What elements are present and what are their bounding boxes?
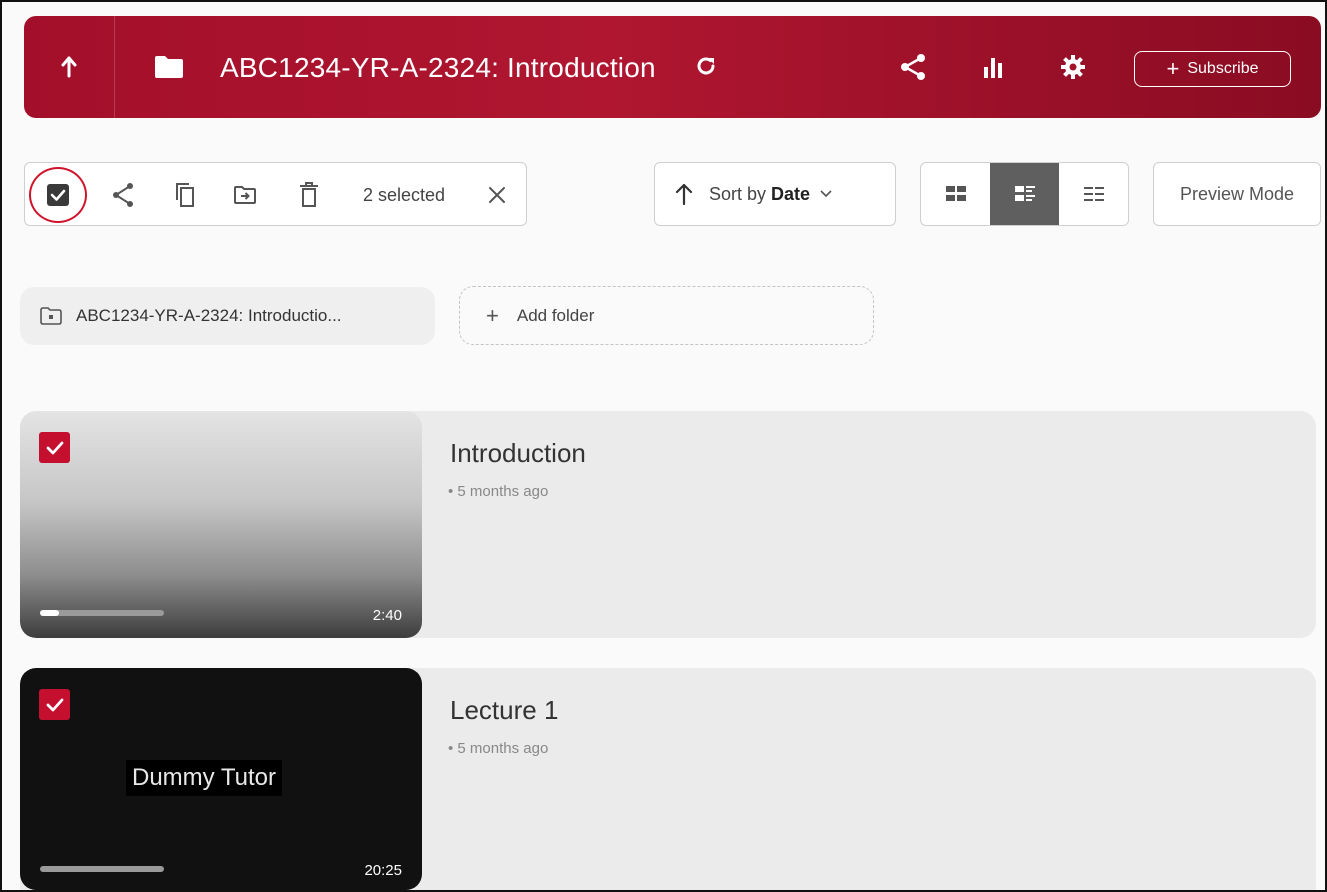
- session-meta: • 5 months ago: [448, 483, 549, 500]
- session-age: 5 months ago: [457, 740, 549, 757]
- copy-button[interactable]: [165, 163, 205, 227]
- session-title[interactable]: Introduction: [450, 438, 586, 469]
- checkbox-checked-icon: [47, 184, 69, 206]
- refresh-icon[interactable]: [694, 54, 718, 83]
- plus-icon: +: [1166, 56, 1180, 81]
- arrow-up-icon: [61, 56, 77, 78]
- grid-view-icon: [945, 186, 966, 201]
- session-row[interactable]: Dummy Tutor 20:25 Lecture 1 • 5 months a…: [20, 668, 1316, 890]
- share-selected-button[interactable]: [103, 163, 143, 227]
- subfolder-label: ABC1234-YR-A-2324: Introductio...: [76, 306, 342, 325]
- list-icon: [1083, 187, 1104, 201]
- app-frame: ABC1234-YR-A-2324: Introduction + Subscr…: [0, 0, 1327, 892]
- delete-button[interactable]: [289, 163, 329, 227]
- folder-header: ABC1234-YR-A-2324: Introduction + Subscr…: [24, 16, 1321, 118]
- add-folder-button[interactable]: + Add folder: [459, 286, 874, 345]
- move-to-folder-icon: [234, 186, 256, 204]
- parent-folder-button[interactable]: [24, 16, 115, 118]
- session-checkbox[interactable]: [39, 432, 70, 463]
- detail-list-icon: [1014, 186, 1035, 201]
- duration-label: 20:25: [364, 862, 402, 879]
- folder-title: ABC1234-YR-A-2324: Introduction: [220, 52, 656, 83]
- session-age: 5 months ago: [457, 483, 549, 500]
- add-folder-label: Add folder: [516, 305, 595, 325]
- select-all-checkbox[interactable]: [35, 163, 81, 227]
- clear-selection-button[interactable]: [479, 163, 515, 227]
- checkmark-icon: [46, 441, 63, 454]
- session-thumbnail[interactable]: Dummy Tutor 20:25: [20, 668, 422, 890]
- sort-label: Sort by Date: [709, 184, 810, 205]
- session-title[interactable]: Lecture 1: [450, 695, 558, 726]
- share-icon: [113, 183, 133, 207]
- stats-icon[interactable]: [982, 56, 1006, 83]
- subscribe-button[interactable]: + Subscribe: [1134, 51, 1291, 87]
- session-checkbox[interactable]: [39, 689, 70, 720]
- folder-outline-icon: [40, 307, 62, 325]
- duration-label: 2:40: [372, 607, 402, 624]
- sort-dropdown[interactable]: Sort by Date: [654, 162, 896, 226]
- progress-fill: [40, 610, 59, 616]
- watch-progress-bar: [40, 866, 164, 872]
- close-icon: [489, 187, 505, 203]
- watch-progress-bar: [40, 610, 164, 616]
- session-row[interactable]: 2:40 Introduction • 5 months ago: [20, 411, 1316, 638]
- session-thumbnail[interactable]: 2:40: [20, 411, 422, 638]
- subfolder-chip[interactable]: ABC1234-YR-A-2324: Introductio...: [20, 287, 435, 345]
- thumbnail-caption: Dummy Tutor: [126, 760, 283, 796]
- session-meta: • 5 months ago: [448, 740, 549, 757]
- sort-field: Date: [771, 183, 811, 204]
- plus-icon: +: [486, 302, 499, 328]
- checkmark-icon: [46, 698, 63, 711]
- sort-ascending-icon: [675, 183, 693, 205]
- share-icon[interactable]: [900, 53, 926, 86]
- compact-list-view-button[interactable]: [1059, 163, 1128, 225]
- detail-list-view-button[interactable]: [990, 163, 1059, 225]
- copy-icon: [176, 183, 194, 207]
- sort-prefix: Sort by: [709, 183, 767, 204]
- preview-mode-button[interactable]: Preview Mode: [1153, 162, 1321, 226]
- selected-count: 2 selected: [363, 185, 446, 205]
- trash-icon: [300, 182, 318, 207]
- settings-gear-icon[interactable]: [1060, 54, 1086, 85]
- subscribe-label: Subscribe: [1187, 60, 1259, 77]
- folder-icon: [154, 54, 184, 85]
- move-button[interactable]: [225, 163, 265, 227]
- selection-toolbar: 2 selected: [24, 162, 527, 226]
- grid-view-button[interactable]: [921, 163, 990, 225]
- chevron-down-icon: [820, 190, 832, 198]
- view-mode-toggle: [920, 162, 1129, 226]
